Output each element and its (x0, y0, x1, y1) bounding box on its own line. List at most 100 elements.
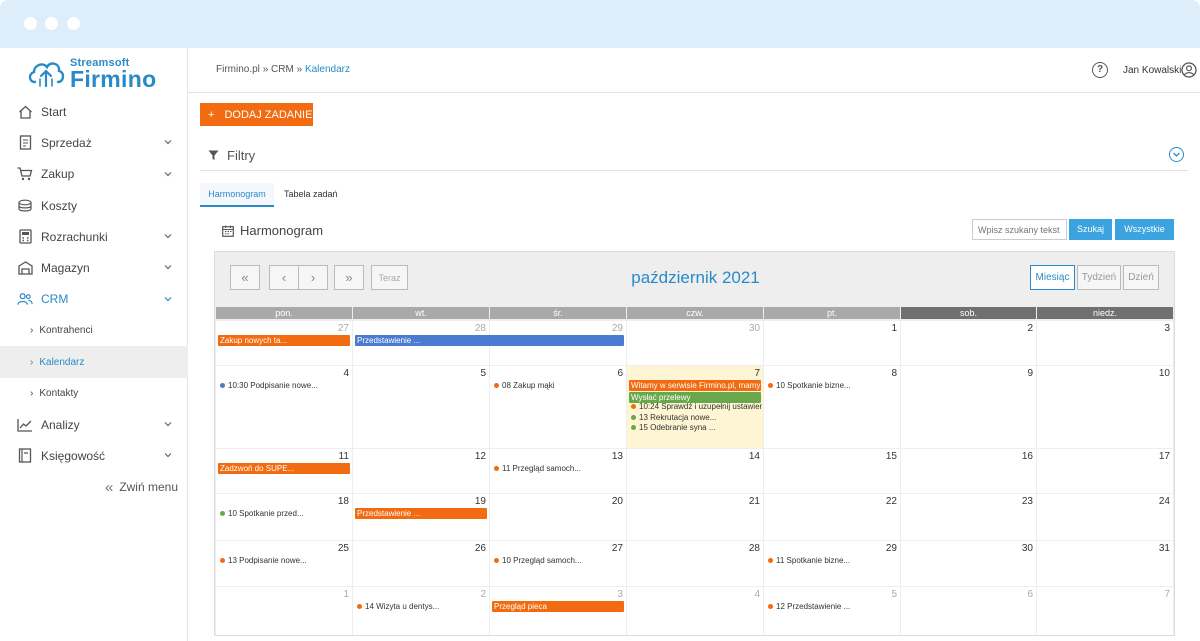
day-number[interactable]: 29 (886, 543, 897, 554)
day-cell[interactable]: 28 (627, 541, 763, 586)
window-close-dot[interactable] (24, 17, 37, 30)
day-number[interactable]: 17 (1159, 451, 1170, 462)
day-number[interactable]: 4 (343, 368, 349, 379)
calendar-event-bar[interactable]: Przedstawienie ... (355, 508, 487, 519)
add-task-button[interactable]: + DODAJ ZADANIE (200, 103, 313, 126)
day-cell[interactable]: 24 (1037, 494, 1173, 540)
day-number[interactable]: 26 (475, 543, 486, 554)
sidebar-item-analizy[interactable]: Analizy (0, 409, 188, 440)
sidebar-item-magazyn[interactable]: Magazyn (0, 252, 188, 283)
day-cell[interactable]: 21 (627, 494, 763, 540)
day-cell[interactable]: 30 (901, 541, 1036, 586)
day-number[interactable]: 27 (612, 543, 623, 554)
calendar-event-bar[interactable]: Zakup nowych ta... (218, 335, 350, 346)
day-cell[interactable]: 10 (1037, 366, 1173, 448)
day-cell[interactable]: 1 (764, 321, 900, 365)
calendar-event-bar[interactable]: Witamy w serwisie Firmino.pl, mamy (629, 380, 761, 391)
sidebar-item-crm[interactable]: CRM (0, 284, 188, 315)
day-cell[interactable]: 14 (627, 449, 763, 493)
day-number[interactable]: 8 (891, 368, 897, 379)
chevron-down-icon[interactable] (162, 136, 174, 148)
sidebar-item-ksiegowosc[interactable]: Księgowość (0, 440, 188, 471)
view-month-button[interactable]: Miesiąc (1030, 265, 1075, 290)
calendar-event[interactable]: 10 Spotkanie przed... (220, 508, 351, 519)
day-number[interactable]: 13 (612, 451, 623, 462)
sidebar-item-rozrachunki[interactable]: Rozrachunki (0, 221, 188, 252)
sidebar-item-koszty[interactable]: Koszty (0, 190, 188, 221)
calendar-event[interactable]: 13 Rekrutacja nowe... (631, 412, 762, 423)
day-number[interactable]: 21 (749, 496, 760, 507)
calendar-event[interactable]: 13 Podpisanie nowe... (220, 555, 351, 566)
day-cell[interactable]: 2 (901, 321, 1036, 365)
day-cell[interactable]: 4 (627, 587, 763, 635)
day-number[interactable]: 7 (754, 368, 760, 379)
calendar-event[interactable]: 11 Spotkanie bizne... (768, 555, 899, 566)
day-number[interactable]: 19 (475, 496, 486, 507)
day-cell[interactable]: 7 (1037, 587, 1173, 635)
day-number[interactable]: 23 (1022, 496, 1033, 507)
day-number[interactable]: 6 (1027, 589, 1033, 600)
calendar-event-bar[interactable]: Zadzwoń do SUPE... (218, 463, 350, 474)
day-number[interactable]: 24 (1159, 496, 1170, 507)
day-number[interactable]: 30 (1022, 543, 1033, 554)
chevron-down-icon[interactable] (162, 168, 174, 180)
calendar-event-bar[interactable]: Przegląd pieca (492, 601, 624, 612)
day-number[interactable]: 18 (338, 496, 349, 507)
user-name[interactable]: Jan Kowalski (1123, 65, 1181, 76)
sidebar-item-start[interactable]: Start (0, 96, 188, 127)
day-cell[interactable]: 4 (216, 366, 352, 448)
day-number[interactable]: 12 (475, 451, 486, 462)
day-cell[interactable]: 23 (901, 494, 1036, 540)
calendar-event[interactable]: 10:24 Sprawdź i uzupełnij ustawienia (631, 401, 762, 412)
day-number[interactable]: 30 (749, 323, 760, 334)
collapse-menu-button[interactable]: « Zwiń menu (0, 472, 188, 503)
help-icon[interactable]: ? (1092, 62, 1108, 78)
day-cell[interactable]: 22 (764, 494, 900, 540)
chevron-down-icon[interactable] (162, 418, 174, 430)
day-cell[interactable]: 6 (901, 587, 1036, 635)
day-number[interactable]: 10 (1159, 368, 1170, 379)
window-minimize-dot[interactable] (45, 17, 58, 30)
day-cell[interactable]: 17 (1037, 449, 1173, 493)
search-button[interactable]: Szukaj (1069, 219, 1112, 240)
chevron-down-icon[interactable] (162, 230, 174, 242)
day-number[interactable]: 3 (617, 589, 623, 600)
day-cell[interactable]: 15 (764, 449, 900, 493)
calendar-event[interactable]: 14 Wizyta u dentys... (357, 601, 488, 612)
day-cell[interactable]: 12 (353, 449, 489, 493)
day-number[interactable]: 1 (343, 589, 349, 600)
calendar-event[interactable]: 08 Zakup mąki (494, 380, 625, 391)
day-cell[interactable]: 1 (216, 587, 352, 635)
day-number[interactable]: 7 (1164, 589, 1170, 600)
user-avatar-icon[interactable] (1181, 62, 1197, 78)
day-number[interactable]: 2 (1027, 323, 1033, 334)
calendar-event[interactable]: 11 Przegląd samoch... (494, 463, 625, 474)
show-all-button[interactable]: Wszystkie (1115, 219, 1174, 240)
day-number[interactable]: 28 (475, 323, 486, 334)
breadcrumb-crm[interactable]: CRM (271, 64, 294, 75)
chevron-down-circle-icon[interactable] (1169, 147, 1184, 162)
day-number[interactable]: 20 (612, 496, 623, 507)
tab-tabela-zadan[interactable]: Tabela zadań (284, 183, 338, 207)
day-cell[interactable]: 3 (1037, 321, 1173, 365)
day-number[interactable]: 27 (338, 323, 349, 334)
day-cell[interactable]: 30 (627, 321, 763, 365)
chevron-down-icon[interactable] (162, 293, 174, 305)
day-cell[interactable]: 20 (490, 494, 626, 540)
sidebar-subitem-kontrahenci[interactable]: › Kontrahenci (0, 315, 188, 346)
day-number[interactable]: 16 (1022, 451, 1033, 462)
day-number[interactable]: 15 (886, 451, 897, 462)
day-number[interactable]: 5 (480, 368, 486, 379)
calendar-event[interactable]: 15 Odebranie syna ... (631, 422, 762, 433)
tab-harmonogram[interactable]: Harmonogram (200, 183, 274, 207)
view-day-button[interactable]: Dzień (1123, 265, 1159, 290)
view-week-button[interactable]: Tydzień (1077, 265, 1121, 290)
day-number[interactable]: 14 (749, 451, 760, 462)
filters-panel[interactable]: Filtry (200, 140, 1188, 171)
day-number[interactable]: 22 (886, 496, 897, 507)
day-number[interactable]: 5 (891, 589, 897, 600)
day-number[interactable]: 2 (480, 589, 486, 600)
day-number[interactable]: 6 (617, 368, 623, 379)
breadcrumb-home[interactable]: Firmino.pl (216, 64, 260, 75)
day-cell[interactable]: 16 (901, 449, 1036, 493)
